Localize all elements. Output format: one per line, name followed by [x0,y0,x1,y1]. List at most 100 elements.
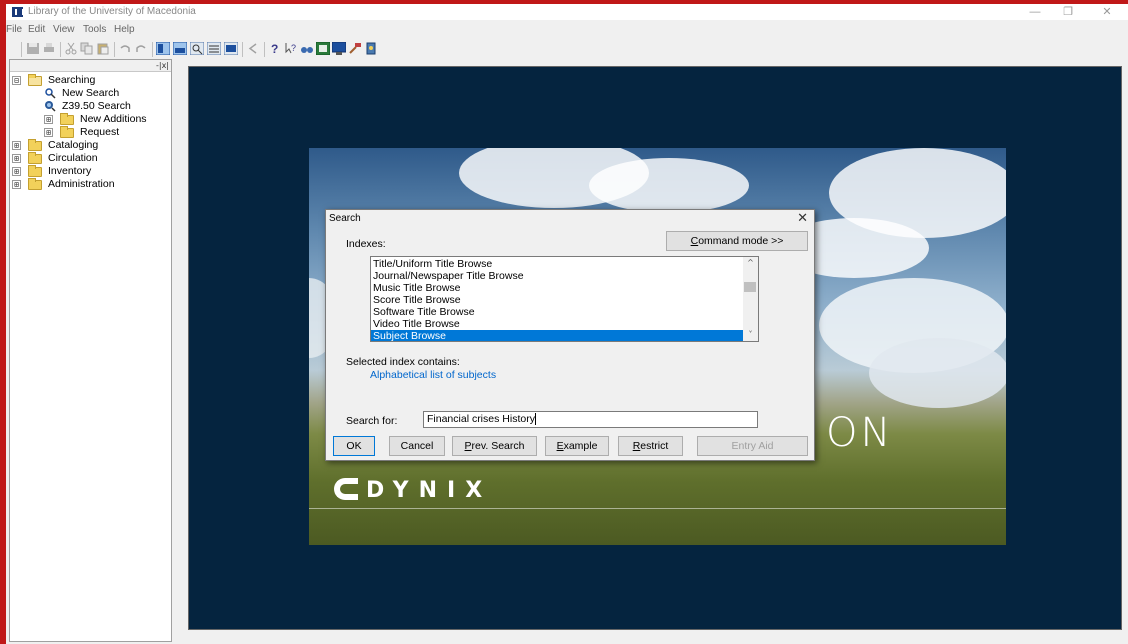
folder-icon [28,178,42,190]
button-label: xample [563,440,598,452]
toolbar-separator [152,42,153,57]
copy-icon[interactable] [80,42,94,55]
tree-item-request[interactable]: ⊞ Request [44,126,167,139]
expand-icon[interactable]: ⊞ [12,167,21,176]
toolbar-separator [114,42,115,57]
toolbar-separator [60,42,61,57]
tree-header: -|x| [10,60,171,72]
detail-window-icon[interactable] [224,42,238,55]
search-window-icon[interactable] [190,42,204,55]
display-icon[interactable] [332,42,346,55]
paste-icon[interactable] [96,42,110,55]
cut-icon[interactable] [64,42,78,55]
tree-item-z3950-search[interactable]: Z39.50 Search [44,100,167,113]
tree-item-new-search[interactable]: New Search [44,87,167,100]
ok-button[interactable]: OK [333,436,375,456]
undo-icon[interactable] [118,42,132,55]
list-item-selected[interactable]: Subject Browse [371,330,743,341]
folder-icon [28,165,42,177]
menu-tools[interactable]: Tools [83,24,106,35]
menu-view[interactable]: View [53,24,75,35]
help-icon[interactable]: ? [268,42,282,55]
close-icon[interactable]: ✕ [797,211,808,226]
network-search-icon [45,101,56,112]
back-icon[interactable] [246,42,260,55]
cloud [869,338,1006,408]
list-item[interactable]: Music Title Browse [371,282,743,294]
tree-item-circulation[interactable]: ⊞ Circulation [12,152,167,165]
scroll-up-icon[interactable]: ^ [743,257,758,269]
horizon-line [309,508,1006,509]
context-help-icon[interactable]: ? [284,42,298,55]
tree-item-new-additions[interactable]: ⊞ New Additions [44,113,167,126]
tools-icon[interactable] [348,42,362,55]
redo-icon[interactable] [134,42,148,55]
minimize-icon[interactable]: — [1024,5,1046,19]
search-input-value: Financial crises History [427,413,535,425]
dynix-logo-mark [334,478,358,500]
example-button[interactable]: Example [545,436,609,456]
mnemonic: P [464,440,472,452]
listbox-scrollbar[interactable]: ^ ˅ [743,257,758,341]
search-input[interactable]: Financial crises History [423,411,758,428]
collapse-icon[interactable]: ⊟ [12,76,21,85]
search-for-label: Search for: [346,415,398,427]
cancel-button[interactable]: Cancel [389,436,445,456]
menu-help[interactable]: Help [114,24,135,35]
exit-icon[interactable] [364,42,378,55]
tree-label: Circulation [48,152,98,164]
title-bar: Library of the University of Macedonia —… [6,4,1128,20]
toolbar-separator [242,42,243,57]
scroll-down-icon[interactable]: ˅ [743,329,758,341]
tree-label: Z39.50 Search [62,100,131,112]
expand-icon[interactable]: ⊞ [12,141,21,150]
app-window: Library of the University of Macedonia —… [6,4,1128,644]
indexes-listbox[interactable]: Title/Uniform Title Browse Journal/Newsp… [370,256,759,342]
tree-item-administration[interactable]: ⊞ Administration [12,178,167,191]
list-item[interactable]: Video Title Browse [371,318,743,330]
text-caret [534,413,536,426]
list-window-icon[interactable] [207,42,221,55]
menu-file[interactable]: File [6,24,22,35]
scroll-thumb[interactable] [744,282,756,292]
tree-item-cataloging[interactable]: ⊞ Cataloging [12,139,167,152]
close-icon[interactable]: ✕ [1096,5,1118,19]
restore-icon[interactable]: ❐ [1057,5,1079,19]
tree-label: New Search [62,87,120,99]
list-item[interactable]: Software Title Browse [371,306,743,318]
navigation-tree: -|x| ⊟ Searching New Search Z39.50 Searc… [9,59,172,642]
restrict-button[interactable]: Restrict [618,436,683,456]
tree-label: New Additions [80,113,147,125]
list-item[interactable]: Score Title Browse [371,294,743,306]
folder-icon [60,126,74,138]
list-item[interactable]: Title/Uniform Title Browse [371,258,743,270]
folder-icon [28,139,42,151]
folder-icon [28,152,42,164]
tree-close-button[interactable]: -|x| [156,61,169,70]
menu-edit[interactable]: Edit [28,24,45,35]
print-icon[interactable] [42,42,56,55]
expand-icon[interactable]: ⊞ [44,128,53,137]
save-icon[interactable] [26,42,40,55]
expand-icon[interactable]: ⊞ [12,154,21,163]
button-label: ommand mode >> [698,235,784,247]
tree-label: Searching [48,74,96,86]
button-label: rev. Search [471,440,525,452]
tree-item-searching[interactable]: ⊟ Searching [12,74,167,87]
prev-search-button[interactable]: Prev. Search [452,436,537,456]
mnemonic: E [556,440,564,452]
cloud [589,158,749,213]
list-item[interactable]: Journal/Newspaper Title Browse [371,270,743,282]
splash-text: ON [826,410,894,456]
tree-item-inventory[interactable]: ⊞ Inventory [12,165,167,178]
binoculars-icon[interactable] [300,42,314,55]
svg-text:?: ? [291,43,296,53]
menu-bar: File Edit View Tools Help [6,22,1128,38]
expand-icon[interactable]: ⊞ [44,115,53,124]
button-label: estrict [640,440,669,452]
record-icon[interactable] [316,42,330,55]
window-layout-icon[interactable] [156,42,170,55]
expand-icon[interactable]: ⊞ [12,180,21,189]
window-tile-icon[interactable] [173,42,187,55]
command-mode-button[interactable]: Command mode >> [666,231,808,251]
